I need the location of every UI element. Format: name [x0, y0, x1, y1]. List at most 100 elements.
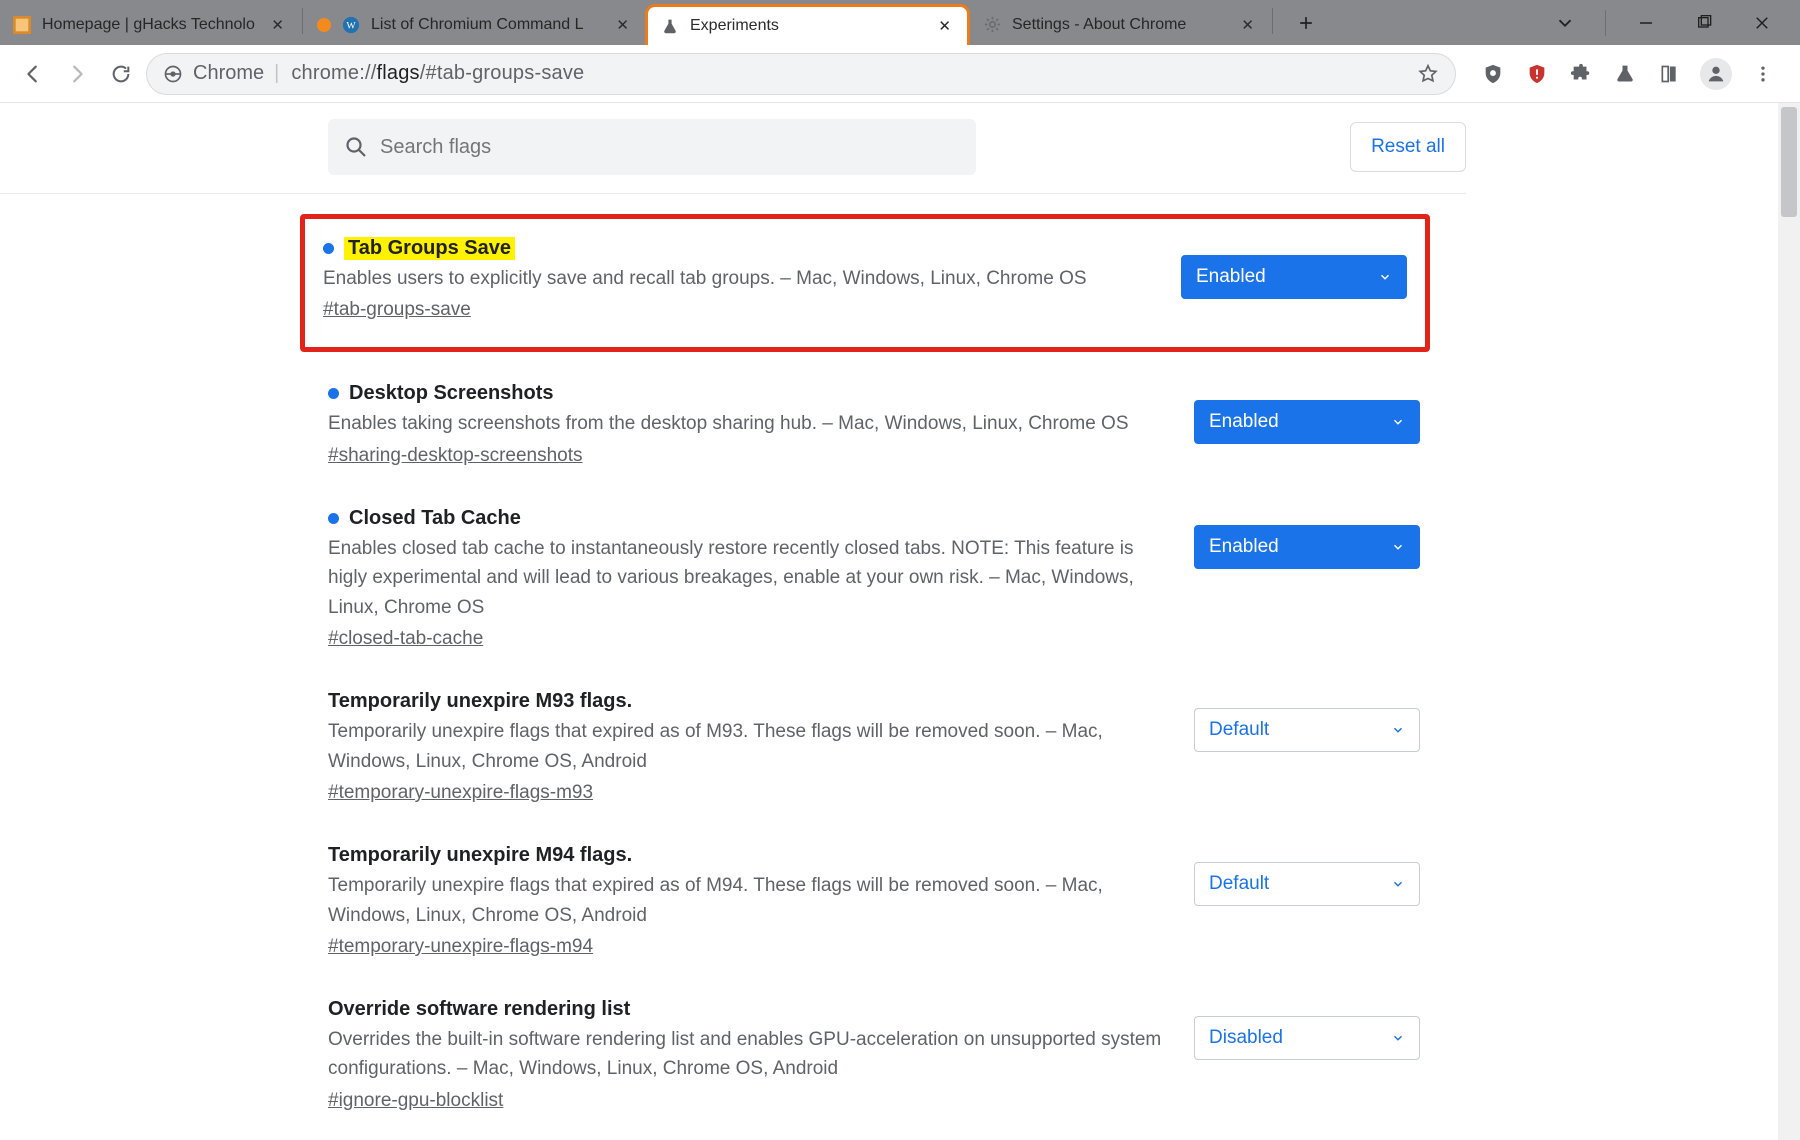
tab-experiments-active[interactable]: Experiments ✕	[645, 4, 970, 45]
reading-list-icon[interactable]	[1656, 61, 1682, 87]
security-shield-icon[interactable]	[1524, 61, 1550, 87]
flag-state-label: Enabled	[1196, 266, 1266, 288]
titlebar: Homepage | gHacks Technolo ✕ W List of C…	[0, 0, 1800, 45]
flag-info: Temporarily unexpire M94 flags.Temporari…	[328, 844, 1194, 958]
flag-row: Desktop ScreenshotsEnables taking screen…	[328, 382, 1420, 466]
flag-description: Enables closed tab cache to instantaneou…	[328, 534, 1164, 622]
reload-button[interactable]	[102, 55, 140, 93]
flag-anchor-link[interactable]: #ignore-gpu-blocklist	[328, 1090, 1164, 1112]
tab-label: Homepage | gHacks Technolo	[42, 16, 257, 34]
close-icon[interactable]: ✕	[267, 14, 288, 36]
site-info-icon[interactable]: Chrome |	[163, 62, 279, 85]
flag-description: Temporarily unexpire flags that expired …	[328, 871, 1164, 930]
flags-list: Tab Groups SaveEnables users to explicit…	[328, 194, 1420, 1112]
flag-info: Override software rendering listOverride…	[328, 998, 1194, 1112]
tab-label: Experiments	[690, 17, 924, 35]
omnibox[interactable]: Chrome | chrome://flags/#tab-groups-save	[146, 53, 1456, 95]
flag-row: Temporarily unexpire M93 flags. Temporari…	[328, 690, 1420, 804]
flag-info: Desktop ScreenshotsEnables taking screen…	[328, 382, 1194, 466]
wordpress-favicon-icon: W	[341, 15, 361, 35]
flag-anchor-link[interactable]: #temporary-unexpire-flags-m93	[328, 782, 1164, 804]
kebab-menu-icon[interactable]	[1750, 61, 1776, 87]
close-icon[interactable]: ✕	[612, 14, 633, 36]
tab-label: Settings - About Chrome	[1012, 16, 1227, 34]
chevron-down-icon	[1391, 877, 1405, 891]
flag-anchor-link[interactable]: #tab-groups-save	[323, 299, 1151, 321]
flag-state-label: Enabled	[1209, 536, 1279, 558]
ublock-icon[interactable]	[1480, 61, 1506, 87]
back-button[interactable]	[14, 55, 52, 93]
flag-state-select[interactable]: Default	[1194, 862, 1420, 906]
forward-button[interactable]	[58, 55, 96, 93]
flag-state-select[interactable]: Enabled	[1181, 255, 1407, 299]
profile-avatar-icon[interactable]	[1700, 58, 1732, 90]
flag-description: Enables users to explicitly save and rec…	[323, 264, 1151, 293]
window-controls	[1527, 0, 1800, 45]
flag-row: Temporarily unexpire M94 flags.Temporari…	[328, 844, 1420, 958]
flag-title: Desktop Screenshots	[328, 382, 1164, 405]
extensions-puzzle-icon[interactable]	[1568, 61, 1594, 87]
close-icon[interactable]: ✕	[934, 15, 955, 37]
toolbar-actions	[1462, 58, 1786, 90]
flag-anchor-link[interactable]: #closed-tab-cache	[328, 628, 1164, 650]
chevron-down-icon	[1391, 1031, 1405, 1045]
search-flags-box[interactable]	[328, 119, 976, 175]
flag-title-text: Desktop Screenshots	[349, 382, 554, 405]
gear-favicon-icon	[982, 15, 1002, 35]
flag-title-text: Temporarily unexpire M93 flags.	[328, 690, 632, 713]
search-icon	[344, 135, 368, 159]
flag-row: Closed Tab Cache Enables closed tab cache…	[328, 507, 1420, 650]
vertical-scrollbar[interactable]	[1778, 103, 1800, 1140]
reset-all-button[interactable]: Reset all	[1350, 122, 1466, 172]
flag-state-select[interactable]: Default	[1194, 708, 1420, 752]
svg-text:W: W	[346, 20, 356, 31]
tab-label: List of Chromium Command L	[371, 16, 602, 34]
maximize-button[interactable]	[1686, 5, 1722, 41]
chevron-down-icon	[1391, 540, 1405, 554]
tab-settings-about[interactable]: Settings - About Chrome ✕	[970, 4, 1270, 45]
flag-state-label: Enabled	[1209, 411, 1279, 433]
flag-title: Closed Tab Cache	[328, 507, 1164, 530]
tabs-dropdown-button[interactable]	[1547, 5, 1583, 41]
flask-favicon-icon	[660, 16, 680, 36]
ghacks-favicon-icon	[12, 15, 32, 35]
flag-state-label: Default	[1209, 873, 1269, 895]
scrollbar-thumb[interactable]	[1781, 107, 1797, 217]
search-input[interactable]	[380, 136, 960, 159]
flag-row: Tab Groups Save Enables users to explicit…	[300, 214, 1430, 352]
tab-separator	[1272, 8, 1273, 34]
bookmark-star-icon[interactable]	[1417, 63, 1439, 85]
tab-chromium-list[interactable]: W List of Chromium Command L ✕	[305, 4, 645, 45]
experiments-flask-icon[interactable]	[1612, 61, 1638, 87]
flag-anchor-link[interactable]: #sharing-desktop-screenshots	[328, 445, 1164, 467]
flag-state-select[interactable]: Enabled	[1194, 525, 1420, 569]
new-tab-button[interactable]	[1289, 6, 1323, 40]
modified-dot-icon	[328, 388, 339, 399]
page-content: Reset all Tab Groups Save Enables users t…	[0, 103, 1800, 1140]
flag-title-text: Tab Groups Save	[344, 237, 515, 260]
group-indicator-icon	[317, 18, 331, 32]
flag-state-select[interactable]: Enabled	[1194, 400, 1420, 444]
flag-info: Closed Tab Cache Enables closed tab cache…	[328, 507, 1194, 650]
minimize-button[interactable]	[1628, 5, 1664, 41]
flag-title-text: Closed Tab Cache	[349, 507, 521, 530]
browser-toolbar: Chrome | chrome://flags/#tab-groups-save	[0, 45, 1800, 103]
flags-search-row: Reset all	[0, 113, 1466, 194]
tab-ghacks[interactable]: Homepage | gHacks Technolo ✕	[0, 4, 300, 45]
site-info-label: Chrome	[193, 62, 264, 85]
chevron-down-icon	[1391, 723, 1405, 737]
separator	[1605, 10, 1606, 36]
flag-description: Temporarily unexpire flags that expired …	[328, 717, 1164, 776]
flag-title-text: Override software rendering list	[328, 998, 630, 1021]
close-window-button[interactable]	[1744, 5, 1780, 41]
flag-anchor-link[interactable]: #temporary-unexpire-flags-m94	[328, 936, 1164, 958]
modified-dot-icon	[328, 513, 339, 524]
url-text: chrome://flags/#tab-groups-save	[291, 62, 584, 85]
flag-title: Temporarily unexpire M93 flags.	[328, 690, 1164, 713]
newtab-area	[1275, 0, 1323, 45]
flag-title: Tab Groups Save	[323, 237, 1151, 260]
flag-row: Override software rendering listOverride…	[328, 998, 1420, 1112]
flag-info: Temporarily unexpire M93 flags. Temporari…	[328, 690, 1194, 804]
close-icon[interactable]: ✕	[1237, 14, 1258, 36]
flag-state-select[interactable]: Disabled	[1194, 1016, 1420, 1060]
